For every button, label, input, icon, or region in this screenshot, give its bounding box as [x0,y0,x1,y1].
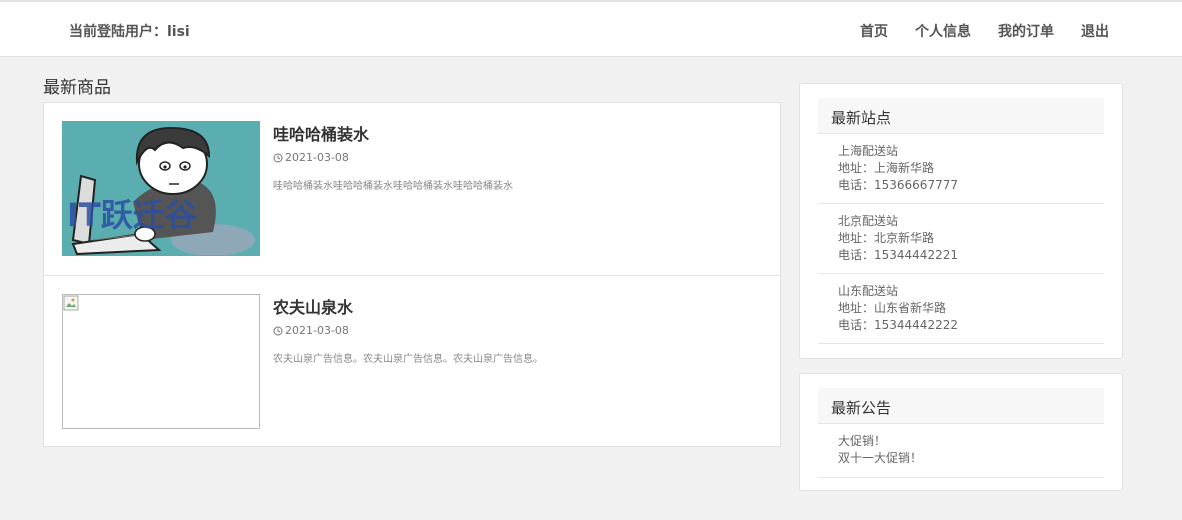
station-phone: 电话：15344442222 [838,318,958,332]
station-item: 北京配送站 地址：北京新华路 电话：15344442221 [818,204,1104,274]
product-item: 农夫山泉水 2021-03-08 农夫山泉广告信息。农夫山泉广告信息。农夫山泉广… [44,275,780,447]
stations-panel: 最新站点 上海配送站 地址：上海新华路 电话：15366667777 北京配送站… [799,83,1123,359]
station-phone: 电话：15344442221 [838,248,958,262]
station-address: 地址：山东省新华路 [838,301,947,315]
product-item: IT跃迁谷 哇哈哈桶装水 2021-03-08 哇哈哈桶装水哇哈哈桶装水哇哈哈桶… [44,103,780,275]
station-address: 地址：上海新华路 [838,161,935,175]
station-name: 山东配送站 [838,284,899,298]
product-title[interactable]: 农夫山泉水 [273,294,353,318]
product-description: 农夫山泉广告信息。农夫山泉广告信息。农夫山泉广告信息。 [273,354,543,365]
current-user-label: 当前登陆用户：lisi [69,24,190,40]
image-watermark: IT跃迁谷 [67,196,197,234]
station-phone: 电话：15366667777 [838,178,958,192]
product-date: 2021-03-08 [273,151,349,164]
nav-menu: 首页 个人信息 我的订单 退出 [860,21,1109,41]
notice-list: 大促销！ 双十一大促销！ [818,424,1104,478]
product-list: IT跃迁谷 哇哈哈桶装水 2021-03-08 哇哈哈桶装水哇哈哈桶装水哇哈哈桶… [43,102,781,447]
station-item: 上海配送站 地址：上海新华路 电话：15366667777 [818,134,1104,204]
station-name: 上海配送站 [838,144,899,158]
nav-profile-link[interactable]: 个人信息 [915,21,971,41]
clock-icon [273,153,283,162]
product-description: 哇哈哈桶装水哇哈哈桶装水哇哈哈桶装水哇哈哈桶装水 [273,181,513,192]
notices-title: 最新公告 [818,388,1104,424]
product-date-text: 2021-03-08 [285,151,349,164]
nav-home-link[interactable]: 首页 [860,21,888,41]
notice-item[interactable]: 双十一大促销！ [838,450,1104,467]
broken-image-icon [63,295,79,311]
notice-item[interactable]: 大促销！ [838,433,1104,450]
station-name: 北京配送站 [838,214,899,228]
nav-orders-link[interactable]: 我的订单 [998,21,1054,41]
product-date-text: 2021-03-08 [285,324,349,337]
top-navbar: 当前登陆用户：lisi 首页 个人信息 我的订单 退出 [0,0,1182,57]
notices-panel: 最新公告 大促销！ 双十一大促销！ [799,373,1123,491]
product-title[interactable]: 哇哈哈桶装水 [273,121,369,145]
station-item: 山东配送站 地址：山东省新华路 电话：15344442222 [818,274,1104,344]
product-image[interactable] [62,294,260,429]
product-image[interactable]: IT跃迁谷 [62,121,260,256]
section-title: 最新商品 [43,78,111,98]
station-address: 地址：北京新华路 [838,231,935,245]
cartoon-illustration: IT跃迁谷 [63,122,259,255]
clock-icon [273,326,283,335]
product-date: 2021-03-08 [273,324,349,337]
stations-title: 最新站点 [818,98,1104,134]
nav-logout-link[interactable]: 退出 [1081,21,1109,41]
